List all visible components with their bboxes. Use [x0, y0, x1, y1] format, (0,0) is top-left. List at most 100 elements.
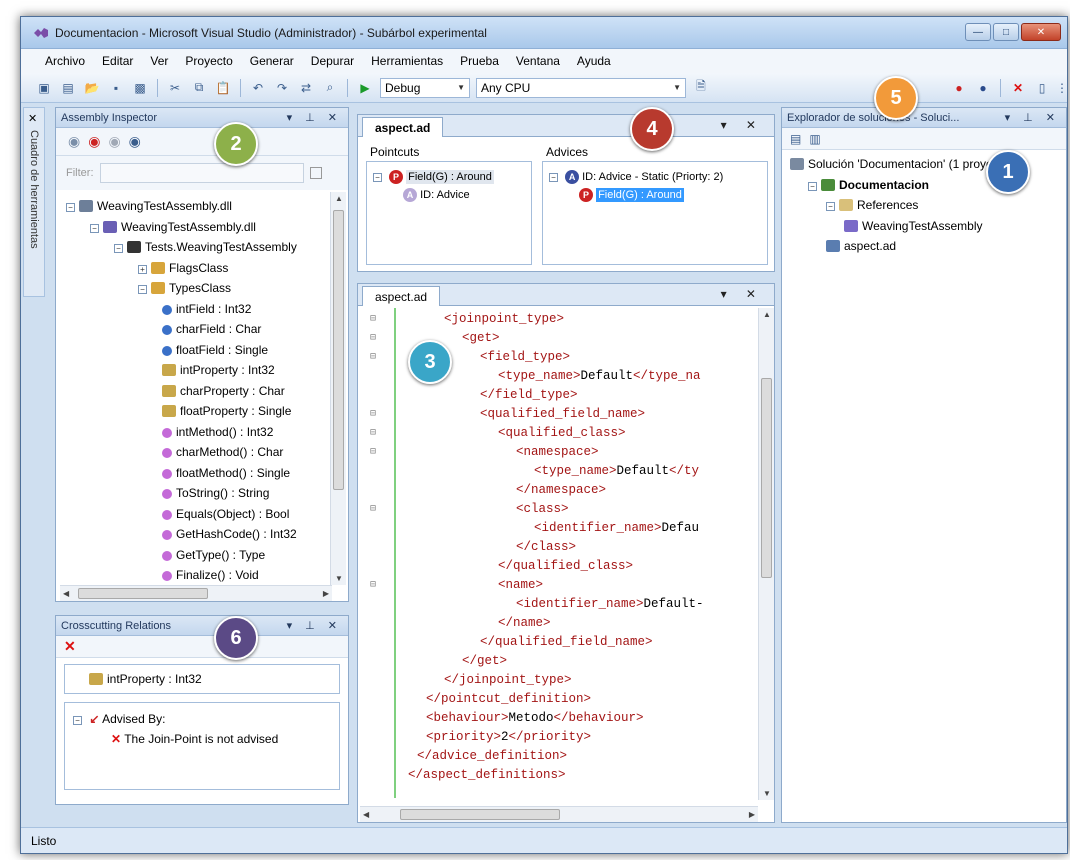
horizontal-scrollbar[interactable]: ◀ ▶: [60, 585, 332, 601]
maximize-button[interactable]: □: [993, 23, 1019, 41]
menu-editar[interactable]: Editar: [100, 52, 135, 70]
find-icon[interactable]: ⌕: [321, 79, 339, 97]
show-all-files-icon[interactable]: ▥: [809, 132, 820, 146]
collapse-icon[interactable]: −: [90, 223, 99, 233]
collapse-icon[interactable]: −: [66, 203, 75, 212]
delete-icon[interactable]: ✕: [1009, 79, 1027, 97]
advice-blue-icon[interactable]: ●: [974, 79, 992, 97]
panel-controls[interactable]: ▾ ⊥ ✕: [1005, 111, 1060, 124]
new-project-icon[interactable]: ▣: [35, 79, 53, 97]
collapse-icon[interactable]: −: [826, 202, 835, 211]
cut-icon[interactable]: ✂: [166, 79, 184, 97]
save-all-icon[interactable]: ▩: [131, 79, 149, 97]
code-line[interactable]: <identifier_name>Defau: [368, 519, 748, 538]
code-line[interactable]: ⊟ <namespace>: [368, 443, 748, 462]
code-line[interactable]: </class>: [368, 538, 748, 557]
open-folder-icon[interactable]: 📂: [83, 79, 101, 97]
menu-prueba[interactable]: Prueba: [458, 52, 501, 70]
tab-controls[interactable]: ▾ ✕: [721, 287, 764, 301]
solution-node[interactable]: WeavingTestAssembly: [790, 216, 1060, 237]
delete-icon[interactable]: ✕: [64, 638, 76, 655]
tree-node[interactable]: floatProperty : Single: [60, 401, 328, 422]
code-line[interactable]: ⊟ <class>: [368, 500, 748, 519]
code-line[interactable]: <behaviour>Metodo</behaviour>: [368, 709, 748, 728]
solution-node[interactable]: aspect.ad: [790, 236, 1060, 257]
pointcut-red-icon[interactable]: ●: [950, 79, 968, 97]
toolbox-side-tab[interactable]: ✕ Cuadro de herramientas: [23, 107, 45, 297]
tree-node[interactable]: Finalize() : Void: [60, 565, 328, 586]
scroll-right-arrow-icon[interactable]: ▶: [749, 810, 755, 819]
platform-combo[interactable]: Any CPU ▼: [476, 77, 686, 98]
collapse-icon[interactable]: −: [114, 244, 123, 253]
code-line[interactable]: ⊟ <qualified_field_name>: [368, 405, 748, 424]
advised-by-node[interactable]: − ↙ Advised By:: [73, 709, 331, 729]
code-line[interactable]: </name>: [368, 614, 748, 633]
scroll-down-arrow-icon[interactable]: ▼: [763, 789, 771, 798]
tree-node[interactable]: ToString() : String: [60, 483, 328, 504]
tree-node[interactable]: intMethod() : Int32: [60, 422, 328, 443]
scrollbar-thumb[interactable]: [400, 809, 560, 820]
tree-node[interactable]: GetType() : Type: [60, 545, 328, 566]
advice-gray-icon[interactable]: ◉: [108, 133, 120, 150]
code-line[interactable]: </joinpoint_type>: [368, 671, 748, 690]
scroll-right-arrow-icon[interactable]: ▶: [323, 589, 329, 598]
start-debugging-icon[interactable]: ▶: [356, 79, 374, 97]
code-line[interactable]: </qualified_field_name>: [368, 633, 748, 652]
tree-node[interactable]: − WeavingTestAssembly.dll: [60, 217, 328, 238]
fold-marker-icon[interactable]: ⊟: [370, 329, 376, 348]
pointcut-child[interactable]: A ID: Advice: [373, 186, 525, 204]
minimize-button[interactable]: —: [965, 23, 991, 41]
tree-node[interactable]: floatMethod() : Single: [60, 463, 328, 484]
tree-node[interactable]: − TypesClass: [60, 278, 328, 299]
pointcut-icon[interactable]: ◉: [88, 133, 100, 150]
filter-checkbox[interactable]: [309, 167, 322, 179]
advice-icon[interactable]: ◉: [129, 133, 141, 150]
configuration-combo[interactable]: Debug ▼: [380, 77, 470, 98]
close-button[interactable]: ✕: [1021, 23, 1061, 41]
code-line[interactable]: <type_name>Default</ty: [368, 462, 748, 481]
code-line[interactable]: </aspect_definitions>: [368, 766, 748, 785]
collapse-icon[interactable]: −: [549, 173, 558, 182]
redo-icon[interactable]: ↷: [273, 79, 291, 97]
panel-controls[interactable]: ▾ ⊥ ✕: [287, 619, 342, 632]
add-item-icon[interactable]: ▤: [59, 79, 77, 97]
scroll-left-arrow-icon[interactable]: ◀: [63, 589, 69, 598]
expand-icon[interactable]: +: [138, 264, 147, 274]
solution-node[interactable]: − References: [790, 195, 1060, 216]
fold-marker-icon[interactable]: ⊟: [370, 424, 376, 443]
refresh-icon[interactable]: ◉: [68, 133, 80, 150]
menu-herramientas[interactable]: Herramientas: [369, 52, 445, 70]
scrollbar-thumb[interactable]: [761, 378, 772, 578]
tree-node[interactable]: − WeavingTestAssembly.dll: [60, 196, 328, 217]
tree-node[interactable]: Equals(Object) : Bool: [60, 504, 328, 525]
tab-controls[interactable]: ▾ ✕: [721, 118, 764, 132]
advice-child[interactable]: P Field(G) : Around: [549, 186, 761, 204]
menu-depurar[interactable]: Depurar: [309, 52, 356, 70]
tab-aspect-ad-designer[interactable]: aspect.ad: [362, 117, 444, 137]
tree-node[interactable]: charMethod() : Char: [60, 442, 328, 463]
fold-marker-icon[interactable]: ⊟: [370, 576, 376, 595]
filter-input[interactable]: [99, 163, 304, 183]
menu-generar[interactable]: Generar: [248, 52, 296, 70]
menu-proyecto[interactable]: Proyecto: [183, 52, 234, 70]
scrollbar-thumb[interactable]: [78, 588, 208, 599]
tree-node[interactable]: + FlagsClass: [60, 258, 328, 279]
horizontal-scrollbar[interactable]: ◀ ▶: [360, 806, 758, 822]
fold-marker-icon[interactable]: ⊟: [370, 348, 376, 367]
code-line[interactable]: ⊟ <joinpoint_type>: [368, 310, 748, 329]
code-line[interactable]: </get>: [368, 652, 748, 671]
collapse-icon[interactable]: −: [138, 285, 147, 294]
properties-icon[interactable]: 🗎: [692, 79, 710, 97]
code-line[interactable]: ⊟ <name>: [368, 576, 748, 595]
navigate-icon[interactable]: ⇄: [297, 79, 315, 97]
fold-marker-icon[interactable]: ⊟: [370, 310, 376, 329]
tree-node[interactable]: charProperty : Char: [60, 381, 328, 402]
tree-node[interactable]: intField : Int32: [60, 299, 328, 320]
fold-marker-icon[interactable]: ⊟: [370, 405, 376, 424]
code-line[interactable]: </namespace>: [368, 481, 748, 500]
code-line[interactable]: <identifier_name>Default-: [368, 595, 748, 614]
document-icon[interactable]: ▯: [1033, 79, 1051, 97]
scroll-up-arrow-icon[interactable]: ▲: [763, 310, 771, 319]
advice-item[interactable]: − A ID: Advice - Static (Priorty: 2): [549, 168, 761, 186]
scrollbar-thumb[interactable]: [333, 210, 344, 490]
